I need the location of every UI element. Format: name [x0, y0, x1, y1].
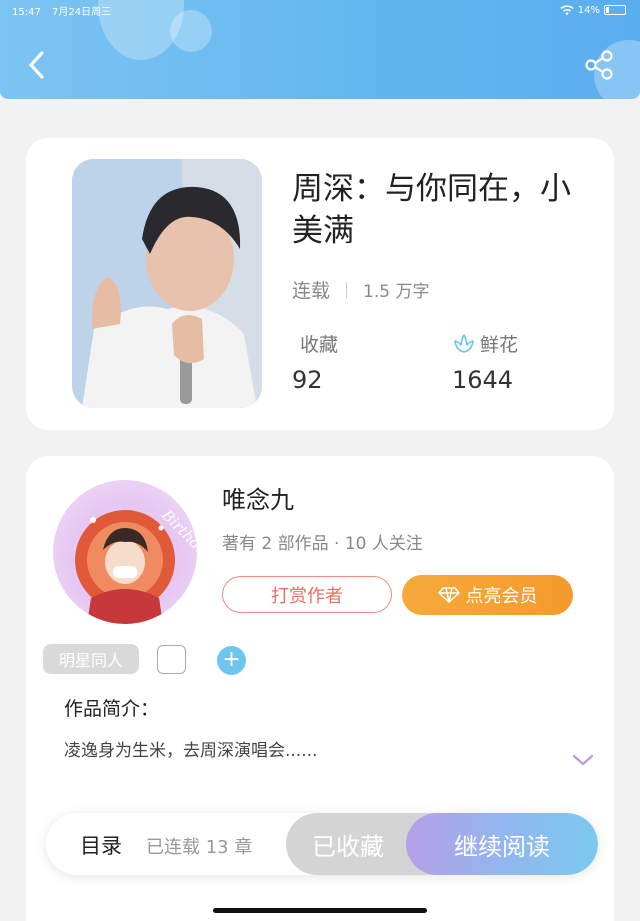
tag-checkbox[interactable] [157, 645, 186, 674]
home-indicator [213, 908, 427, 913]
chapter-count: 已连载 13 章 [146, 837, 253, 858]
tag-item[interactable]: 明星同人 [43, 644, 139, 674]
tip-author-label: 打赏作者 [271, 585, 343, 607]
book-title: 周深：与你同在，小美满 [292, 171, 571, 249]
book-meta: 连载 1.5 万字 [292, 276, 429, 303]
author-name: 唯念九 [222, 486, 294, 514]
toc-button[interactable]: 目录 [80, 830, 122, 860]
chevron-down-icon[interactable] [572, 753, 594, 767]
word-count: 1.5 万字 [363, 282, 430, 302]
plus-icon[interactable]: + [217, 646, 246, 675]
flowers-count: 1644 [452, 366, 514, 394]
battery-percent: 14% [577, 4, 600, 16]
intro-text: 凌逸身为生米，去周深演唱会...... [64, 741, 318, 761]
book-info-card: 周深：与你同在，小美满 连载 1.5 万字 收藏 92 鲜花 1644 [26, 138, 614, 430]
continue-reading-label: 继续阅读 [454, 832, 550, 861]
diamond-icon [437, 587, 460, 603]
continue-reading-button[interactable]: 继续阅读 [406, 813, 598, 875]
status-bar: 15:47 7月24日周三 14% [12, 2, 626, 18]
intro-title: 作品简介： [64, 698, 160, 720]
cover-illustration [72, 159, 262, 408]
favorites-count: 92 [292, 366, 323, 394]
activate-vip-button[interactable]: 点亮会员 [402, 575, 573, 615]
flowers-stat[interactable]: 鲜花 [452, 330, 518, 357]
book-cover-image[interactable] [72, 159, 262, 408]
book-status: 连载 [292, 280, 331, 302]
activate-vip-label: 点亮会员 [465, 586, 538, 607]
header-bar: 15:47 7月24日周三 14% [0, 0, 640, 99]
favorited-label: 已收藏 [312, 832, 384, 861]
favorites-label: 收藏 [300, 334, 339, 356]
avatar-illustration: Birthday [75, 505, 197, 624]
wifi-icon [560, 5, 574, 15]
divider [346, 281, 348, 298]
battery-icon [604, 5, 626, 15]
flowers-label: 鲜花 [480, 334, 519, 356]
bottom-action-bar: 目录 已连载 13 章 已收藏 继续阅读 [46, 813, 598, 875]
author-meta: 著有 2 部作品 · 10 人关注 [222, 534, 423, 554]
share-icon[interactable] [582, 48, 616, 82]
tip-author-button[interactable]: 打赏作者 [222, 576, 392, 613]
status-date: 7月24日周三 [52, 6, 112, 18]
chevron-left-icon[interactable] [22, 48, 52, 82]
flower-icon [454, 333, 474, 353]
status-time: 15:47 [12, 6, 41, 18]
author-avatar[interactable]: Birthday [53, 480, 197, 624]
